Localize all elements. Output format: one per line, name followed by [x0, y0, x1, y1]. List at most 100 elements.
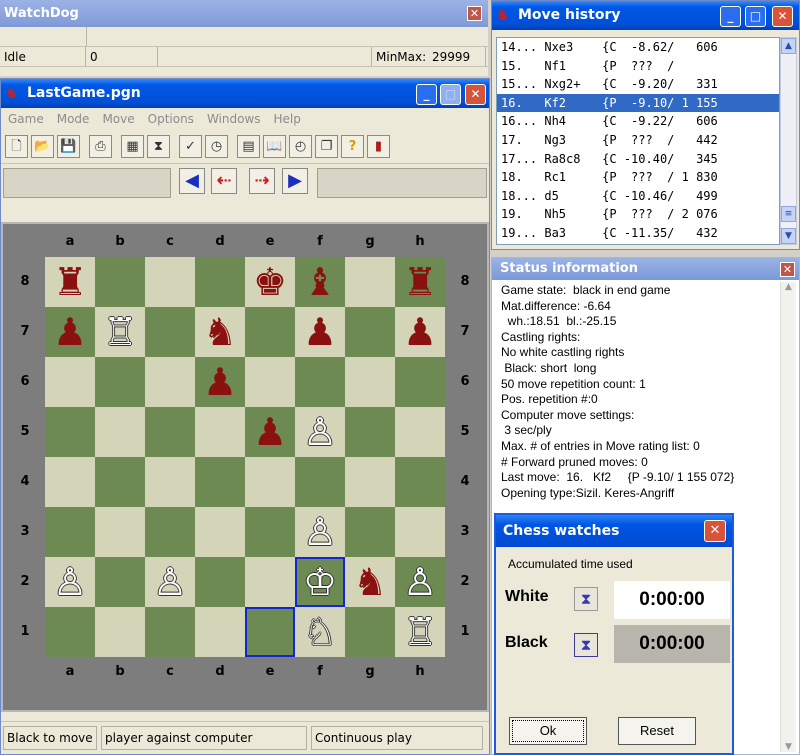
square-c1[interactable] [145, 607, 195, 657]
white-pawn-icon[interactable]: ♙ [145, 557, 195, 607]
history-row[interactable]: 17. Ng3 {P ??? / 442 [497, 131, 779, 150]
history-scrollbar[interactable]: ▲ ≡ ▼ [780, 37, 797, 245]
checkmark-icon[interactable]: ✓ [179, 135, 202, 158]
previous-move-arrow-icon[interactable]: ⇠ [211, 168, 237, 194]
menu-move[interactable]: Move [97, 108, 142, 130]
exit-door-icon[interactable]: ▮ [367, 135, 390, 158]
square-f6[interactable] [295, 357, 345, 407]
ok-button[interactable]: Ok [509, 717, 587, 745]
book-icon[interactable]: 📖 [263, 135, 286, 158]
save-icon[interactable]: 💾 [57, 135, 80, 158]
square-g5[interactable] [345, 407, 395, 457]
square-c5[interactable] [145, 407, 195, 457]
next-move-arrow-icon[interactable]: ⇢ [249, 168, 275, 194]
menu-mode[interactable]: Mode [52, 108, 98, 130]
black-hourglass-icon[interactable]: ⧗ [574, 633, 598, 657]
square-d8[interactable] [195, 257, 245, 307]
scroll-thumb[interactable]: ≡ [781, 206, 796, 222]
status-info-scrollbar[interactable]: ▲ ▼ [780, 282, 796, 752]
reset-button[interactable]: Reset [618, 717, 696, 745]
menu-options[interactable]: Options [143, 108, 202, 130]
white-pawn-icon[interactable]: ♙ [395, 557, 445, 607]
help-icon[interactable]: ? [341, 135, 364, 158]
clock-icon[interactable]: ◴ [289, 135, 312, 158]
white-hourglass-icon[interactable]: ⧗ [574, 587, 598, 611]
black-pawn-icon[interactable]: ♟ [395, 307, 445, 357]
square-c7[interactable] [145, 307, 195, 357]
square-a1[interactable] [45, 607, 95, 657]
history-row[interactable]: 16. Kf2 {P -9.10/ 1 155 [497, 93, 779, 113]
square-e4[interactable] [245, 457, 295, 507]
history-row[interactable]: 18... d5 {C -10.46/ 499 [497, 187, 779, 206]
calculator-icon[interactable]: ▤ [237, 135, 260, 158]
scroll-down-icon[interactable]: ▼ [781, 742, 796, 752]
square-c6[interactable] [145, 357, 195, 407]
square-e6[interactable] [245, 357, 295, 407]
history-row[interactable]: 15... Nxg2+ {C -9.20/ 331 [497, 75, 779, 94]
close-button[interactable]: ✕ [465, 84, 486, 105]
square-b5[interactable] [95, 407, 145, 457]
square-b8[interactable] [95, 257, 145, 307]
white-pawn-icon[interactable]: ♙ [295, 507, 345, 557]
black-king-icon[interactable]: ♚ [245, 257, 295, 307]
square-d1[interactable] [195, 607, 245, 657]
square-d3[interactable] [195, 507, 245, 557]
square-b1[interactable] [95, 607, 145, 657]
menu-windows[interactable]: Windows [202, 108, 269, 130]
square-a3[interactable] [45, 507, 95, 557]
square-d4[interactable] [195, 457, 245, 507]
square-b4[interactable] [95, 457, 145, 507]
square-d5[interactable] [195, 407, 245, 457]
square-h4[interactable] [395, 457, 445, 507]
history-row[interactable]: 18. Rc1 {P ??? / 1 830 [497, 168, 779, 187]
black-knight-icon[interactable]: ♞ [345, 557, 395, 607]
history-row[interactable]: 17... Ra8c8 {C -10.40/ 345 [497, 150, 779, 169]
history-row[interactable]: 19... Ba3 {C -11.35/ 432 [497, 224, 779, 243]
square-e1[interactable] [245, 607, 295, 657]
square-b2[interactable] [95, 557, 145, 607]
white-rook-icon[interactable]: ♖ [95, 307, 145, 357]
square-g3[interactable] [345, 507, 395, 557]
white-rook-icon[interactable]: ♖ [395, 607, 445, 657]
square-h3[interactable] [395, 507, 445, 557]
windows-icon[interactable]: ❐ [315, 135, 338, 158]
black-rook-icon[interactable]: ♜ [395, 257, 445, 307]
square-e3[interactable] [245, 507, 295, 557]
black-knight-icon[interactable]: ♞ [195, 307, 245, 357]
black-rook-icon[interactable]: ♜ [45, 257, 95, 307]
move-history-list[interactable]: 14... Nxe3 {C -8.62/ 606 15. Nf1 {P ??? /… [496, 37, 780, 245]
square-a5[interactable] [45, 407, 95, 457]
black-bishop-icon[interactable]: ♝ [295, 257, 345, 307]
watchdog-close-button[interactable]: ✕ [467, 6, 482, 21]
open-folder-icon[interactable]: 📂 [31, 135, 54, 158]
square-g4[interactable] [345, 457, 395, 507]
white-knight-icon[interactable]: ♘ [295, 607, 345, 657]
history-row[interactable]: 16... Nh4 {C -9.22/ 606 [497, 112, 779, 131]
square-b3[interactable] [95, 507, 145, 557]
white-pawn-icon[interactable]: ♙ [45, 557, 95, 607]
stopwatch-icon[interactable]: ◷ [205, 135, 228, 158]
black-pawn-icon[interactable]: ♟ [195, 357, 245, 407]
square-g7[interactable] [345, 307, 395, 357]
maximize-button[interactable]: □ [440, 84, 461, 105]
minimize-button[interactable]: _ [416, 84, 437, 105]
square-b6[interactable] [95, 357, 145, 407]
history-row[interactable]: 19. Nh5 {P ??? / 2 076 [497, 205, 779, 224]
history-maximize-button[interactable]: □ [745, 6, 766, 27]
hourglass-icon[interactable]: ⧗ [147, 135, 170, 158]
status-info-close-button[interactable]: ✕ [780, 262, 795, 277]
menu-game[interactable]: Game [3, 108, 52, 130]
film-icon[interactable]: ▦ [121, 135, 144, 158]
history-row[interactable]: 14... Nxe3 {C -8.62/ 606 [497, 38, 779, 57]
history-row[interactable]: 15. Nf1 {P ??? / [497, 57, 779, 76]
history-close-button[interactable]: ✕ [772, 6, 793, 27]
square-g1[interactable] [345, 607, 395, 657]
history-minimize-button[interactable]: _ [720, 6, 741, 27]
white-pawn-icon[interactable]: ♙ [295, 407, 345, 457]
square-g6[interactable] [345, 357, 395, 407]
square-a6[interactable] [45, 357, 95, 407]
last-move-arrow-icon[interactable]: ▶ [282, 168, 308, 194]
square-d2[interactable] [195, 557, 245, 607]
square-e2[interactable] [245, 557, 295, 607]
menu-help[interactable]: Help [269, 108, 309, 130]
